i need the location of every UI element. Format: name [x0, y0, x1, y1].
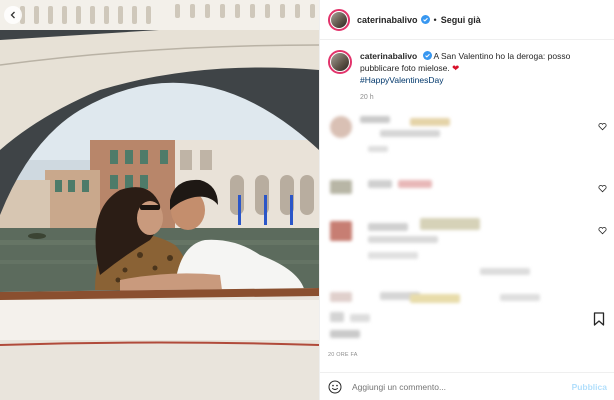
comment-blur	[368, 146, 388, 152]
post-caption: caterinabalivo A San Valentino ho la der…	[320, 40, 614, 104]
comment-blur	[368, 180, 392, 188]
comment-blur	[500, 294, 540, 301]
chevron-left-icon	[10, 11, 15, 19]
hashtag-link[interactable]: #HappyValentinesDay	[360, 74, 606, 86]
instagram-post-view: caterinabalivo • Segui già caterinabaliv…	[0, 0, 614, 400]
caption-username[interactable]: caterinabalivo	[360, 51, 417, 61]
comment-blur	[368, 223, 408, 231]
comment-blur	[368, 252, 418, 259]
comment-avatar	[330, 292, 352, 302]
likes-blur	[330, 330, 360, 338]
heart-emoji: ❤	[452, 63, 460, 73]
bookmark-icon[interactable]	[593, 312, 605, 326]
separator-dot: •	[433, 14, 437, 25]
comment-blur	[368, 236, 438, 243]
post-header: caterinabalivo • Segui già	[320, 0, 614, 40]
caption-timestamp[interactable]: 20 h	[360, 92, 606, 104]
verified-badge-icon	[420, 15, 430, 24]
comments-list-blurred	[320, 108, 614, 308]
add-comment-bar: Pubblica	[320, 372, 614, 400]
comment-blur	[398, 180, 432, 188]
post-time-ago[interactable]: 20 ORE FA	[328, 352, 358, 358]
avatar[interactable]	[328, 8, 350, 31]
action-blur	[350, 314, 370, 322]
header-username[interactable]: caterinabalivo	[357, 15, 418, 25]
verified-badge-icon	[422, 51, 432, 60]
publish-button[interactable]: Pubblica	[572, 382, 607, 392]
comment-avatar	[330, 180, 352, 194]
comment-avatar	[330, 221, 352, 241]
prev-photo-button[interactable]	[4, 6, 22, 24]
comment-blur	[480, 268, 530, 275]
post-actions	[320, 308, 614, 338]
comment-blur	[410, 118, 450, 126]
heart-outline-icon[interactable]	[598, 226, 607, 235]
comment-input[interactable]	[352, 381, 572, 392]
smiley-icon[interactable]	[328, 380, 342, 394]
comment-blur	[420, 218, 480, 230]
action-blur	[330, 312, 344, 322]
comment-blur	[380, 130, 440, 137]
heart-outline-icon[interactable]	[598, 184, 607, 193]
post-photo[interactable]	[0, 0, 319, 400]
caption-avatar[interactable]	[328, 50, 352, 74]
venice-kiss-image	[0, 0, 319, 400]
post-details-panel: caterinabalivo • Segui già caterinabaliv…	[319, 0, 614, 400]
heart-outline-icon[interactable]	[598, 122, 607, 131]
comment-avatar	[330, 116, 352, 138]
follow-button[interactable]: Segui già	[441, 15, 481, 25]
comment-blur	[410, 294, 460, 303]
comment-blur	[360, 116, 390, 123]
